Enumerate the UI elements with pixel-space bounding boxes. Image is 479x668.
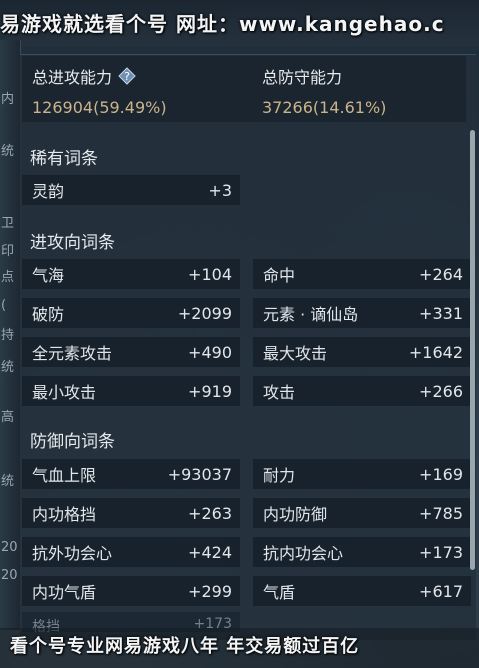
stat-row: 气血上限 +93037 [22, 459, 240, 489]
scrollbar[interactable] [470, 130, 475, 570]
stat-value: +104 [188, 264, 232, 284]
stat-value: +2099 [177, 303, 232, 323]
left-strip-char: 卫 [1, 216, 15, 231]
attack-value: 126904(59.49%) [32, 98, 167, 117]
left-strip-char: 20 [1, 568, 18, 583]
stat-name: 内功防御 [263, 505, 328, 524]
stat-value: +919 [188, 381, 232, 401]
left-strip-char: 统 [1, 474, 15, 489]
stat-value: +331 [419, 303, 463, 323]
stat-row: 攻击 +266 [253, 376, 471, 406]
stat-row: 破防 +2099 [22, 298, 240, 328]
stat-value: +617 [419, 581, 463, 601]
stat-row: 耐力 +169 [253, 459, 471, 489]
stat-row: 灵韵 +3 [22, 175, 240, 205]
stat-value: +263 [188, 503, 232, 523]
watermark-top: 易游戏就选看个号 网址：www.kangehao.c [0, 12, 445, 36]
stat-name: 抗外功会心 [32, 544, 113, 563]
stat-value: +3 [208, 180, 232, 200]
stat-row: 气盾 +617 [253, 576, 471, 606]
stat-row: 命中 +264 [253, 259, 471, 289]
stat-name: 抗内功会心 [263, 544, 344, 563]
left-strip-char: 统 [1, 360, 15, 375]
stat-name: 内功格挡 [32, 505, 97, 524]
stat-value: +266 [419, 381, 463, 401]
left-strip-char: 统 [1, 144, 15, 159]
section-title-attack: 进攻向词条 [30, 233, 115, 253]
stat-name: 全元素攻击 [32, 344, 113, 363]
stat-name: 命中 [263, 266, 296, 285]
stat-row: 内功气盾 +299 [22, 576, 240, 606]
watermark-bottom: 看个号专业网易游戏八年 年交易额过百亿 [10, 636, 360, 657]
left-strip: 内 统 卫 印 点 ( 持 统 高 统 20 20 [0, 40, 21, 630]
stat-row: 气海 +104 [22, 259, 240, 289]
left-strip-char: 点 [1, 270, 15, 285]
left-strip-char: 印 [1, 244, 15, 259]
stat-value: +173 [419, 542, 463, 562]
stat-name: 灵韵 [32, 182, 65, 201]
stat-row: 抗外功会心 +424 [22, 537, 240, 567]
diamond-question-icon[interactable]: ? [118, 67, 136, 85]
stat-name: 耐力 [263, 466, 296, 485]
section-title-rare: 稀有词条 [30, 149, 98, 169]
stat-value: +169 [419, 464, 463, 484]
stat-row: 最小攻击 +919 [22, 376, 240, 406]
stat-row: 内功格挡 +263 [22, 498, 240, 528]
stat-value: +785 [419, 503, 463, 523]
stat-name: 气血上限 [32, 466, 97, 485]
section-title-defense: 防御向词条 [30, 432, 115, 452]
left-strip-char: 持 [1, 328, 15, 343]
attack-label: 总进攻能力 [32, 68, 113, 87]
left-strip-char: 高 [1, 410, 15, 425]
stat-value: +424 [188, 542, 232, 562]
defense-stat: 总防守能力 37266(14.61%) [262, 64, 386, 117]
stat-value: +490 [188, 342, 232, 362]
stat-name: 内功气盾 [32, 583, 97, 602]
stat-name: 攻击 [263, 383, 296, 402]
stat-row: 抗内功会心 +173 [253, 537, 471, 567]
stat-value: +93037 [167, 464, 232, 484]
left-strip-char: ( [1, 298, 7, 313]
stat-name: 元素 · 谪仙岛 [263, 305, 359, 324]
stat-name: 气海 [32, 266, 65, 285]
stat-name: 破防 [32, 305, 65, 324]
stat-name: 气盾 [263, 583, 296, 602]
stat-name: 最大攻击 [263, 344, 328, 363]
left-strip-char: 20 [1, 540, 18, 555]
stat-value: +1642 [408, 342, 463, 362]
defense-value: 37266(14.61%) [262, 98, 387, 117]
svg-text:?: ? [124, 70, 130, 83]
left-strip-char: 内 [1, 92, 15, 107]
summary-header: 总进攻能力 ? 126904(59.49%) 总防守能力 37266(14.61… [22, 56, 466, 122]
stat-row: 内功防御 +785 [253, 498, 471, 528]
stat-value: +264 [419, 264, 463, 284]
watermark-bottom-bar: 看个号专业网易游戏八年 年交易额过百亿 [0, 628, 479, 668]
stat-name: 最小攻击 [32, 383, 97, 402]
stat-row: 全元素攻击 +490 [22, 337, 240, 367]
defense-label: 总防守能力 [262, 68, 343, 87]
attack-stat: 总进攻能力 ? 126904(59.49%) [32, 64, 167, 117]
stat-row: 最大攻击 +1642 [253, 337, 471, 367]
stat-row: 元素 · 谪仙岛 +331 [253, 298, 471, 328]
stat-value: +299 [188, 581, 232, 601]
